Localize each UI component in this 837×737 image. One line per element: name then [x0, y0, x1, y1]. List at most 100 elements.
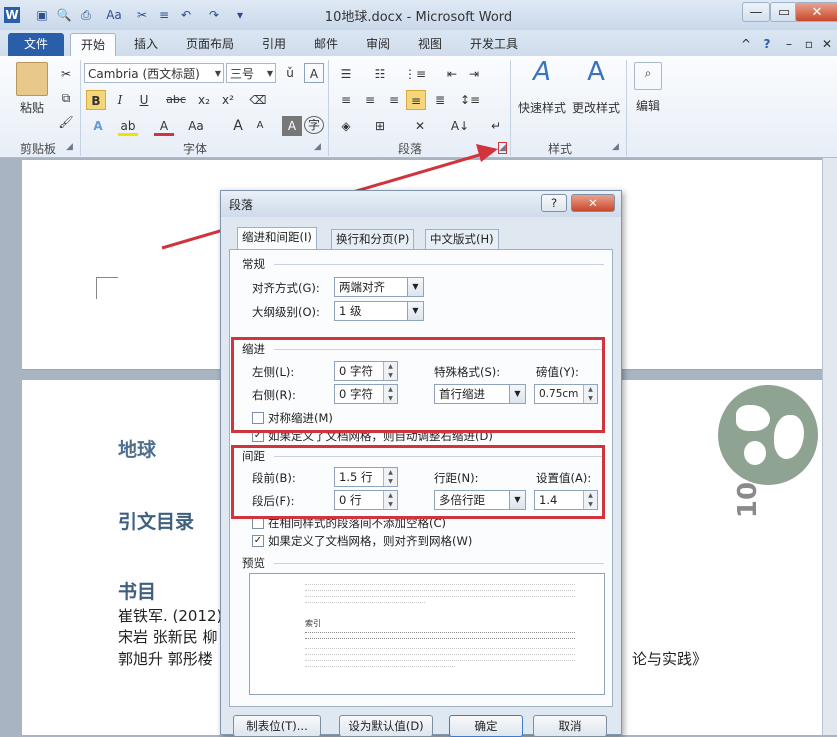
- doc-heading-earth: 地球: [118, 439, 157, 461]
- quick-styles-icon[interactable]: A: [526, 59, 558, 92]
- paragraph-dialog: 段落 ? ✕ 缩进和间距(I) 换行和分页(P) 中文版式(H) 常规 对齐方式…: [220, 190, 622, 737]
- multilevel-list-icon[interactable]: ⋮≡: [404, 64, 426, 84]
- left-margin: [0, 158, 22, 735]
- tab-page-layout[interactable]: 页面布局: [178, 33, 242, 56]
- subscript-button[interactable]: x₂: [194, 90, 214, 110]
- font-name-value: Cambria (西文标题): [88, 67, 200, 81]
- char-shading-icon[interactable]: A: [282, 116, 302, 136]
- doc-line-3: 郭旭升 郭彤楼: [118, 650, 213, 668]
- styles-group-label: 样式: [547, 142, 572, 156]
- tab-line-page-breaks[interactable]: 换行和分页(P): [331, 229, 415, 249]
- decrease-indent-icon[interactable]: ⇤: [442, 64, 462, 84]
- align-center-icon[interactable]: ≡: [360, 90, 380, 110]
- cancel-button[interactable]: 取消: [533, 715, 607, 737]
- doc-close-icon[interactable]: ✕: [818, 33, 836, 56]
- help-icon[interactable]: ?: [758, 33, 776, 56]
- doc-heading-bibliography: 书目: [118, 581, 157, 603]
- shrink-font-button[interactable]: A: [250, 116, 270, 136]
- change-case-button[interactable]: Aa: [186, 116, 206, 136]
- indent-highlight-box: [231, 337, 605, 433]
- close-button[interactable]: ✕: [795, 2, 837, 22]
- paste-icon[interactable]: [16, 62, 48, 96]
- superscript-button[interactable]: x²: [218, 90, 238, 110]
- dialog-close-button[interactable]: ✕: [571, 194, 615, 212]
- doc-heading-citations: 引文目录: [118, 511, 195, 533]
- clipboard-launcher-icon[interactable]: ◢: [66, 142, 73, 152]
- justify-icon[interactable]: ≡: [406, 90, 426, 110]
- underline-button[interactable]: U: [134, 90, 154, 110]
- outline-level-value: 1 级: [339, 304, 362, 318]
- phonetic-guide-icon[interactable]: ǔ: [280, 63, 300, 83]
- align-left-icon[interactable]: ≡: [336, 90, 356, 110]
- tab-references[interactable]: 引用: [254, 33, 294, 56]
- title-bar: W ▣ 🔍 ⎙ Aa ✂ ≡ ↶ ↷ ▾ 10地球.docx - Microso…: [0, 0, 837, 30]
- collapse-ribbon-icon[interactable]: ^: [736, 33, 756, 56]
- text-effects-icon[interactable]: A: [88, 116, 108, 136]
- doc-line-1: 崔铁军. (2012).: [118, 607, 228, 625]
- doc-minimize-icon[interactable]: –: [780, 33, 798, 56]
- copy-icon[interactable]: ⧉: [56, 88, 76, 108]
- paste-button[interactable]: 粘贴: [12, 98, 52, 118]
- quick-styles-button[interactable]: 快速样式: [514, 98, 570, 118]
- font-launcher-icon[interactable]: ◢: [314, 142, 321, 152]
- ok-button[interactable]: 确定: [449, 715, 523, 737]
- tab-file[interactable]: 文件: [8, 33, 64, 56]
- line-spacing-icon[interactable]: ↕≡: [460, 90, 480, 110]
- maximize-button[interactable]: ▭: [770, 2, 798, 22]
- increase-indent-icon[interactable]: ⇥: [464, 64, 484, 84]
- chevron-down-icon: ▼: [266, 69, 273, 78]
- tab-insert[interactable]: 插入: [126, 33, 166, 56]
- italic-button[interactable]: I: [110, 90, 130, 110]
- sort-icon[interactable]: A↓: [450, 116, 470, 136]
- show-marks-icon[interactable]: ↵: [486, 116, 506, 136]
- format-painter-icon[interactable]: 🖌: [56, 112, 76, 132]
- enclose-char-icon[interactable]: 字: [304, 116, 324, 134]
- change-styles-icon[interactable]: A: [580, 59, 612, 92]
- tab-asian-typography[interactable]: 中文版式(H): [425, 229, 499, 249]
- distributed-icon[interactable]: ≣: [430, 90, 450, 110]
- snap-to-grid-checkbox[interactable]: ✓: [252, 535, 264, 547]
- highlight-icon[interactable]: ab: [118, 116, 138, 136]
- paragraph-launcher-icon[interactable]: ◢: [498, 142, 507, 154]
- font-color-icon[interactable]: A: [154, 116, 174, 136]
- doc-line-3-tail: 论与实践》: [632, 650, 708, 668]
- font-size-box[interactable]: 三号 ▼: [226, 63, 276, 83]
- alignment-combo[interactable]: 两端对齐 ▼: [334, 277, 424, 297]
- outline-level-combo[interactable]: 1 级 ▼: [334, 301, 424, 321]
- styles-launcher-icon[interactable]: ◢: [612, 142, 619, 152]
- align-right-icon[interactable]: ≡: [384, 90, 404, 110]
- dialog-help-button[interactable]: ?: [541, 194, 567, 212]
- cut-icon[interactable]: ✂: [56, 64, 76, 84]
- doc-restore-icon[interactable]: ▫: [800, 33, 818, 56]
- tabs-button[interactable]: 制表位(T)...: [233, 715, 321, 737]
- binoculars-icon[interactable]: ⌕: [634, 62, 662, 90]
- bold-button[interactable]: B: [86, 90, 106, 110]
- tab-review[interactable]: 审阅: [358, 33, 398, 56]
- change-styles-button[interactable]: 更改样式: [568, 98, 624, 118]
- set-default-button[interactable]: 设为默认值(D): [339, 715, 433, 737]
- tab-developer[interactable]: 开发工具: [462, 33, 526, 56]
- chapter-number: 10: [733, 481, 764, 519]
- shading-icon[interactable]: ◈: [336, 116, 356, 136]
- clear-format-icon[interactable]: ⌫: [248, 90, 268, 110]
- dialog-title-bar[interactable]: 段落 ? ✕: [221, 191, 621, 217]
- minimize-button[interactable]: —: [742, 2, 770, 22]
- editing-button[interactable]: 编辑: [630, 96, 666, 116]
- font-name-box[interactable]: Cambria (西文标题) ▼: [84, 63, 224, 83]
- strikethrough-button[interactable]: abc: [166, 90, 186, 110]
- tab-mailings[interactable]: 邮件: [306, 33, 346, 56]
- borders-icon[interactable]: ⊞: [370, 116, 390, 136]
- window-title: 10地球.docx - Microsoft Word: [324, 10, 513, 25]
- vertical-scrollbar[interactable]: [822, 158, 837, 735]
- numbering-icon[interactable]: ☷: [370, 64, 390, 84]
- chinese-layout-icon[interactable]: ✕: [410, 116, 430, 136]
- ribbon: 粘贴 ✂ ⧉ 🖌 剪贴板 ◢ Cambria (西文标题) ▼ 三号 ▼ ǔ A B…: [0, 56, 837, 158]
- char-border-icon[interactable]: A: [304, 63, 324, 83]
- tab-indents-spacing[interactable]: 缩进和间距(I): [237, 227, 317, 249]
- grow-font-button[interactable]: A: [228, 116, 248, 136]
- tab-home[interactable]: 开始: [70, 33, 116, 56]
- doc-line-2: 宋岩 张新民 柳: [118, 628, 218, 646]
- tab-view[interactable]: 视图: [410, 33, 450, 56]
- bullets-icon[interactable]: ☰: [336, 64, 356, 84]
- spacing-highlight-box: [231, 445, 605, 519]
